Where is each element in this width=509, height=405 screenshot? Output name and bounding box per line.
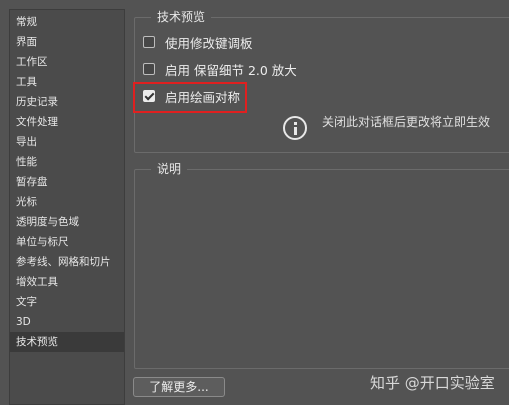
info-icon: [283, 116, 307, 140]
sidebar-item-technology-previews[interactable]: 技术预览: [10, 332, 124, 352]
sidebar-item-3d[interactable]: 3D: [10, 312, 124, 332]
preferences-sidebar: 常规 界面 工作区 工具 历史记录 文件处理 导出 性能 暂存盘 光标 透明度与…: [9, 9, 125, 405]
preserve-details-option[interactable]: 启用 保留细节 2.0 放大: [143, 59, 297, 79]
sidebar-item-plugins[interactable]: 增效工具: [10, 272, 124, 292]
sidebar-item-performance[interactable]: 性能: [10, 152, 124, 172]
description-group: 说明: [134, 161, 509, 369]
sidebar-item-guides-grid-slices[interactable]: 参考线、网格和切片: [10, 252, 124, 272]
sidebar-item-interface[interactable]: 界面: [10, 32, 124, 52]
sidebar-item-history[interactable]: 历史记录: [10, 92, 124, 112]
modifier-palette-checkbox[interactable]: [143, 36, 155, 48]
sidebar-item-cursors[interactable]: 光标: [10, 192, 124, 212]
sidebar-item-scratch-disks[interactable]: 暂存盘: [10, 172, 124, 192]
sidebar-item-transparency-gamut[interactable]: 透明度与色域: [10, 212, 124, 232]
tech-preview-title: 技术预览: [151, 9, 212, 25]
sidebar-item-type[interactable]: 文字: [10, 292, 124, 312]
preserve-details-checkbox[interactable]: [143, 63, 155, 75]
preserve-details-label: 启用 保留细节 2.0 放大: [165, 62, 297, 78]
watermark-text: 知乎 @开口实验室: [370, 374, 495, 392]
sidebar-item-export[interactable]: 导出: [10, 132, 124, 152]
modifier-palette-label: 使用修改键调板: [165, 35, 253, 51]
description-title: 说明: [151, 161, 188, 177]
sidebar-item-units-rulers[interactable]: 单位与标尺: [10, 232, 124, 252]
modifier-palette-option[interactable]: 使用修改键调板: [143, 32, 253, 52]
sidebar-item-tools[interactable]: 工具: [10, 72, 124, 92]
sidebar-item-file-handling[interactable]: 文件处理: [10, 112, 124, 132]
sidebar-item-workspace[interactable]: 工作区: [10, 52, 124, 72]
info-message: 关闭此对话框后更改将立即生效: [322, 115, 491, 129]
learn-more-button[interactable]: 了解更多...: [133, 377, 225, 397]
sidebar-item-general[interactable]: 常规: [10, 12, 124, 32]
highlight-box: [133, 82, 247, 113]
